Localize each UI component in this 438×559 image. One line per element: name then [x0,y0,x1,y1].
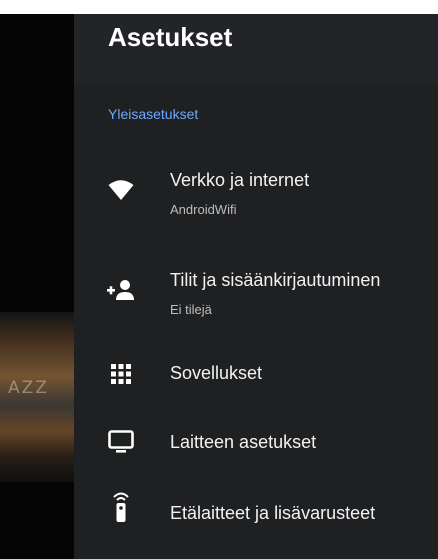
panel-header: Asetukset [74,14,438,84]
remote-icon [108,492,134,522]
settings-item-title: Verkko ja internet [170,170,310,190]
settings-item-title: Etälaitteet ja lisävarusteet [170,503,376,523]
page-title: Asetukset [108,22,233,52]
settings-item-accounts[interactable]: Tilit ja sisäänkirjautuminen Ei tilejä [74,264,438,324]
settings-item-title: Laitteen asetukset [170,432,317,452]
settings-item-apps[interactable]: Sovellukset [74,350,438,410]
settings-item-subtitle: Ei tilejä [170,302,212,317]
wifi-icon [108,177,134,203]
section-label-general: Yleisasetukset [108,106,199,122]
settings-item-network[interactable]: Verkko ja internet AndroidWifi [74,164,438,224]
tv-screen: AZZ Asetukset Yleisasetukset Verkko ja i… [0,14,438,559]
settings-item-subtitle: AndroidWifi [170,202,237,217]
settings-panel: Asetukset Yleisasetukset Verkko ja inter… [74,14,438,559]
settings-item-remotes[interactable]: Etälaitteet ja lisävarusteet [74,488,438,548]
settings-item-title: Tilit ja sisäänkirjautuminen [170,270,381,290]
settings-item-device[interactable]: Laitteen asetukset [74,419,438,479]
add-account-icon [106,277,136,303]
tv-icon [108,429,134,455]
settings-item-title: Sovellukset [170,363,263,383]
apps-grid-icon [108,361,134,387]
background-artwork-text: AZZ [8,378,49,398]
background-artwork: AZZ [0,312,74,482]
